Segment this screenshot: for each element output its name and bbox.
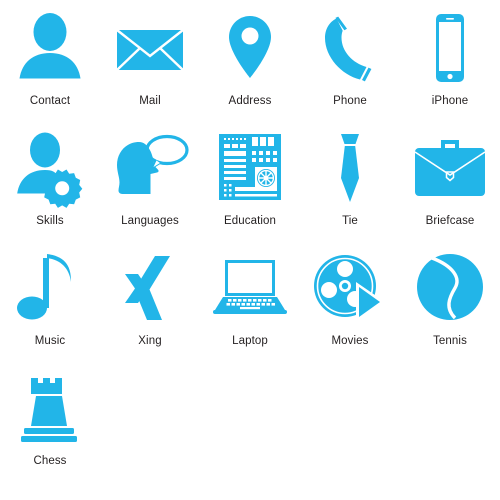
- telephone-handset-icon: [311, 12, 389, 84]
- smartphone-icon: [411, 12, 489, 84]
- person-silhouette-icon: [11, 12, 89, 84]
- head-speech-bubble-icon: [111, 132, 189, 204]
- icon-cell-xing[interactable]: Xing: [100, 244, 200, 364]
- icon-cell-phone[interactable]: Phone: [300, 4, 400, 124]
- icon-label: Languages: [121, 215, 179, 227]
- icon-cell-tennis[interactable]: Tennis: [400, 244, 500, 364]
- icon-cell-laptop[interactable]: Laptop: [200, 244, 300, 364]
- icon-label: Phone: [333, 95, 367, 107]
- tennis-ball-icon: [411, 252, 489, 324]
- icon-label: Movies: [331, 335, 369, 347]
- xing-logo-icon: [111, 252, 189, 324]
- icon-label: Tie: [342, 215, 358, 227]
- icon-label: Laptop: [232, 335, 268, 347]
- film-reel-play-icon: [311, 252, 389, 324]
- map-pin-icon: [211, 12, 289, 84]
- person-gear-icon: [11, 132, 89, 208]
- icon-grid: Contact Mail Address Phone iPhone Skills…: [0, 4, 500, 484]
- icon-cell-movies[interactable]: Movies: [300, 244, 400, 364]
- envelope-icon: [111, 12, 189, 84]
- icon-cell-chess[interactable]: Chess: [0, 364, 100, 484]
- icon-label: Briefcase: [425, 215, 475, 227]
- circuit-board-icon: [211, 132, 289, 204]
- briefcase-icon: [411, 132, 489, 204]
- icon-cell-tie[interactable]: Tie: [300, 124, 400, 244]
- icon-cell-mail[interactable]: Mail: [100, 4, 200, 124]
- icon-cell-music[interactable]: Music: [0, 244, 100, 364]
- icon-label: Education: [223, 215, 277, 227]
- chess-rook-icon: [11, 372, 89, 444]
- icon-sheet: Contact Mail Address Phone iPhone Skills…: [0, 0, 500, 500]
- icon-label: Xing: [138, 335, 162, 347]
- icon-cell-address[interactable]: Address: [200, 4, 300, 124]
- icon-cell-languages[interactable]: Languages: [100, 124, 200, 244]
- icon-label: Chess: [33, 455, 67, 467]
- icon-label: Skills: [36, 215, 64, 227]
- icon-cell-skills[interactable]: Skills: [0, 124, 100, 244]
- icon-label: Address: [228, 95, 272, 107]
- laptop-icon: [211, 252, 289, 324]
- icon-cell-contact[interactable]: Contact: [0, 4, 100, 124]
- icon-cell-iphone[interactable]: iPhone: [400, 4, 500, 124]
- music-note-icon: [11, 252, 89, 324]
- icon-label: Mail: [139, 95, 161, 107]
- icon-label: Tennis: [433, 335, 467, 347]
- icon-cell-briefcase[interactable]: Briefcase: [400, 124, 500, 244]
- icon-cell-education[interactable]: Education: [200, 124, 300, 244]
- icon-label: Contact: [29, 95, 71, 107]
- icon-label: Music: [34, 335, 66, 347]
- necktie-icon: [311, 132, 389, 204]
- icon-label: iPhone: [431, 95, 469, 107]
